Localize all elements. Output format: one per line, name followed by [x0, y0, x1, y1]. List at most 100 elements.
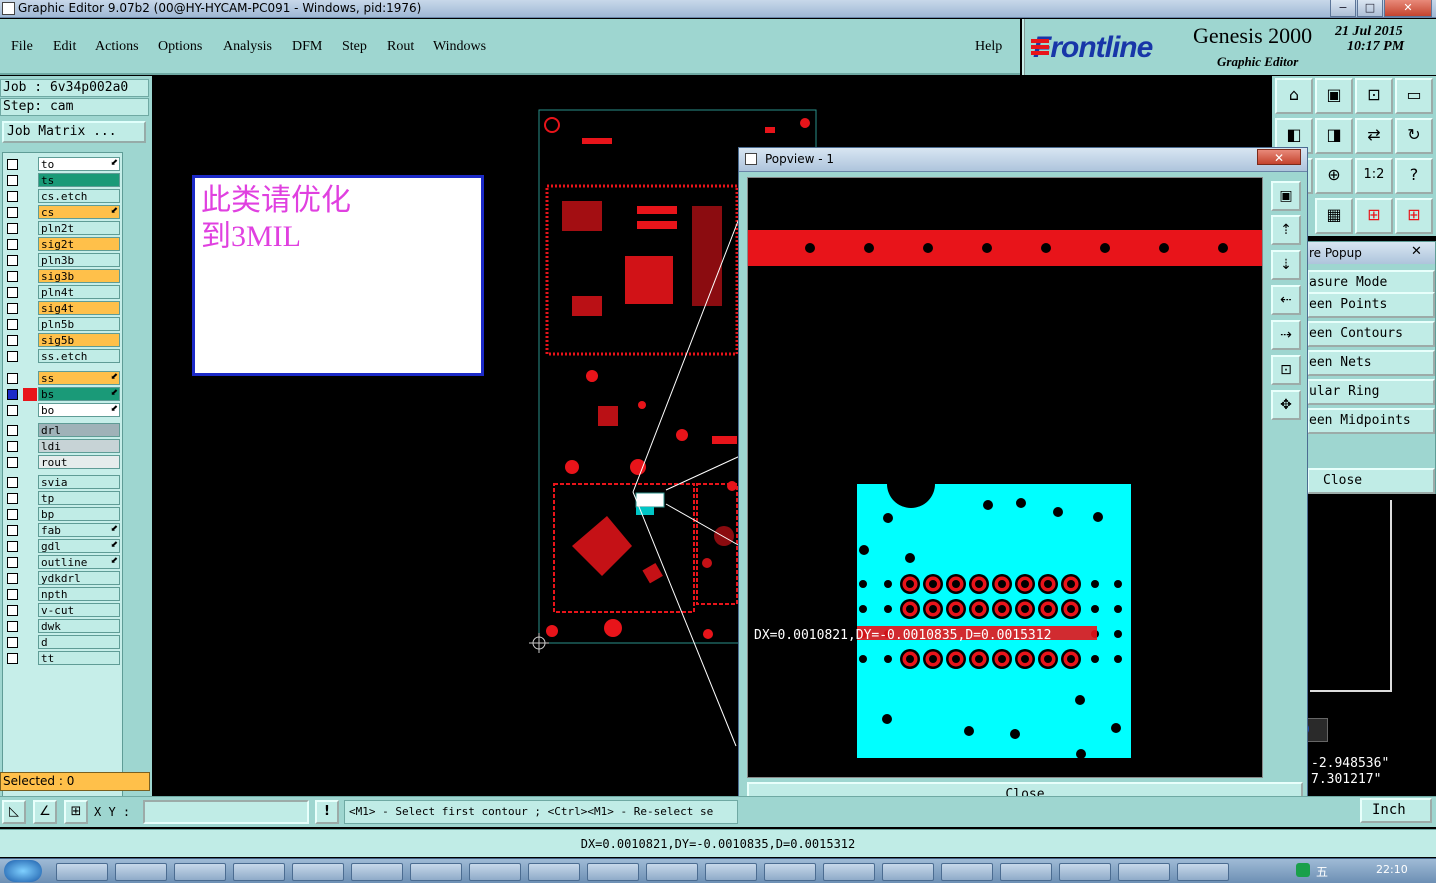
menu-edit[interactable]: Edit: [53, 39, 76, 55]
taskbar-app-button[interactable]: [1177, 863, 1229, 881]
layer-name[interactable]: drl: [38, 423, 120, 437]
taskbar-app-button[interactable]: [115, 863, 167, 881]
layer-checkbox[interactable]: [7, 509, 18, 520]
center-icon[interactable]: ⊕: [1315, 158, 1353, 194]
layer-row[interactable]: drl: [3, 423, 124, 438]
layer-name[interactable]: gdl: [38, 539, 120, 553]
layer-color-swatch[interactable]: [23, 508, 37, 521]
layer-name[interactable]: tt: [38, 651, 120, 665]
layer-row[interactable]: ldi: [3, 439, 124, 454]
scale-icon[interactable]: 1:2: [1355, 158, 1393, 194]
window-icon[interactable]: ▭: [1395, 78, 1433, 114]
layer-color-swatch[interactable]: [23, 440, 37, 453]
popview-canvas[interactable]: DX=0.0010821,DY=-0.0010835,D=0.0015312: [747, 177, 1263, 778]
menu-help[interactable]: Help: [975, 39, 1002, 55]
layer-checkbox[interactable]: [7, 557, 18, 568]
alert-icon[interactable]: !: [315, 800, 339, 824]
layer-color-swatch[interactable]: [23, 190, 37, 203]
component-icon[interactable]: ⊞: [1355, 198, 1393, 234]
minimize-button[interactable]: −: [1330, 0, 1356, 17]
zoom-in-icon[interactable]: ▣: [1315, 78, 1353, 114]
layer-color-swatch[interactable]: [23, 286, 37, 299]
taskbar-app-button[interactable]: [882, 863, 934, 881]
layer-checkbox[interactable]: [7, 175, 18, 186]
taskbar-app-button[interactable]: [174, 863, 226, 881]
layer-color-swatch[interactable]: [23, 456, 37, 469]
measure-midpoints-item[interactable]: een Midpoints: [1307, 408, 1435, 434]
layer-checkbox[interactable]: [7, 271, 18, 282]
layer-checkbox[interactable]: [7, 351, 18, 362]
taskbar-app-button[interactable]: [646, 863, 698, 881]
layer-name[interactable]: svia: [38, 475, 120, 489]
popview-close-icon[interactable]: ✕: [1257, 149, 1301, 165]
layer-row[interactable]: pln5b: [3, 317, 124, 332]
pan-right-icon[interactable]: ◨: [1315, 118, 1353, 154]
layer-name[interactable]: v-cut: [38, 603, 120, 617]
layer-checkbox[interactable]: [7, 605, 18, 616]
tray-s-icon[interactable]: [1296, 863, 1310, 877]
layer-row[interactable]: rout: [3, 455, 124, 470]
taskbar-app-button[interactable]: [469, 863, 521, 881]
layer-row[interactable]: pln4t: [3, 285, 124, 300]
rotate-icon[interactable]: ↻: [1395, 118, 1433, 154]
layer-row[interactable]: fab ⬋: [3, 523, 124, 538]
layer-row[interactable]: cs ⬋: [3, 205, 124, 220]
layer-checkbox[interactable]: [7, 223, 18, 234]
layer-row[interactable]: sig5b: [3, 333, 124, 348]
layer-name[interactable]: tp: [38, 491, 120, 505]
taskbar-app-button[interactable]: [1059, 863, 1111, 881]
layer-row[interactable]: to ⬋: [3, 157, 124, 172]
menu-analysis[interactable]: Analysis: [223, 39, 272, 55]
menu-rout[interactable]: Rout: [387, 39, 414, 55]
layer-color-swatch[interactable]: [23, 620, 37, 633]
layer-row[interactable]: bp: [3, 507, 124, 522]
layer-name[interactable]: sig4t: [38, 301, 120, 315]
layer-checkbox[interactable]: [7, 589, 18, 600]
layer-row[interactable]: svia: [3, 475, 124, 490]
layer-row[interactable]: d: [3, 635, 124, 650]
fit-icon[interactable]: ⊡: [1355, 78, 1393, 114]
layer-checkbox[interactable]: [7, 287, 18, 298]
layer-color-swatch[interactable]: [23, 476, 37, 489]
layer-color-swatch[interactable]: [23, 238, 37, 251]
layer-name[interactable]: pln5b: [38, 317, 120, 331]
layer-checkbox[interactable]: [7, 425, 18, 436]
taskbar-app-button[interactable]: [528, 863, 580, 881]
layer-color-swatch[interactable]: [23, 254, 37, 267]
layer-row[interactable]: bo ⬋: [3, 403, 124, 418]
layer-color-swatch[interactable]: [23, 350, 37, 363]
maximize-button[interactable]: □: [1357, 0, 1383, 17]
grid-icon[interactable]: ▦: [1315, 198, 1353, 234]
layer-name[interactable]: fab: [38, 523, 120, 537]
pv-zoom-icon[interactable]: ▣: [1271, 181, 1301, 211]
layer-color-swatch[interactable]: [23, 404, 37, 417]
layer-row[interactable]: outline ⬋: [3, 555, 124, 570]
layer-checkbox[interactable]: [7, 319, 18, 330]
layer-checkbox[interactable]: [7, 477, 18, 488]
layer-color-swatch[interactable]: [23, 388, 37, 401]
layer-row[interactable]: sig2t: [3, 237, 124, 252]
layer-name[interactable]: ss.etch: [38, 349, 120, 363]
layer-color-swatch[interactable]: [23, 302, 37, 315]
layer-checkbox[interactable]: [7, 637, 18, 648]
close-window-button[interactable]: ✕: [1384, 0, 1432, 17]
layer-name[interactable]: bs: [38, 387, 120, 401]
layer-scrollbar-track[interactable]: [124, 152, 150, 806]
layer-color-swatch[interactable]: [23, 334, 37, 347]
layer-color-swatch[interactable]: [23, 174, 37, 187]
layer-color-swatch[interactable]: [23, 524, 37, 537]
layer-name[interactable]: dwk: [38, 619, 120, 633]
layer-checkbox[interactable]: [7, 191, 18, 202]
unit-selector[interactable]: Inch: [1360, 798, 1432, 823]
layer-row[interactable]: sig3b: [3, 269, 124, 284]
layer-checkbox[interactable]: [7, 653, 18, 664]
layer-name[interactable]: sig5b: [38, 333, 120, 347]
layer-row[interactable]: ts: [3, 173, 124, 188]
measure-points-item[interactable]: een Points: [1307, 292, 1435, 318]
layer-row[interactable]: pln2t: [3, 221, 124, 236]
layer-color-swatch[interactable]: [23, 158, 37, 171]
menu-options[interactable]: Options: [158, 39, 202, 55]
measure-close-icon[interactable]: ✕: [1411, 244, 1422, 259]
layer-row[interactable]: gdl ⬋: [3, 539, 124, 554]
taskbar-app-button[interactable]: [1118, 863, 1170, 881]
